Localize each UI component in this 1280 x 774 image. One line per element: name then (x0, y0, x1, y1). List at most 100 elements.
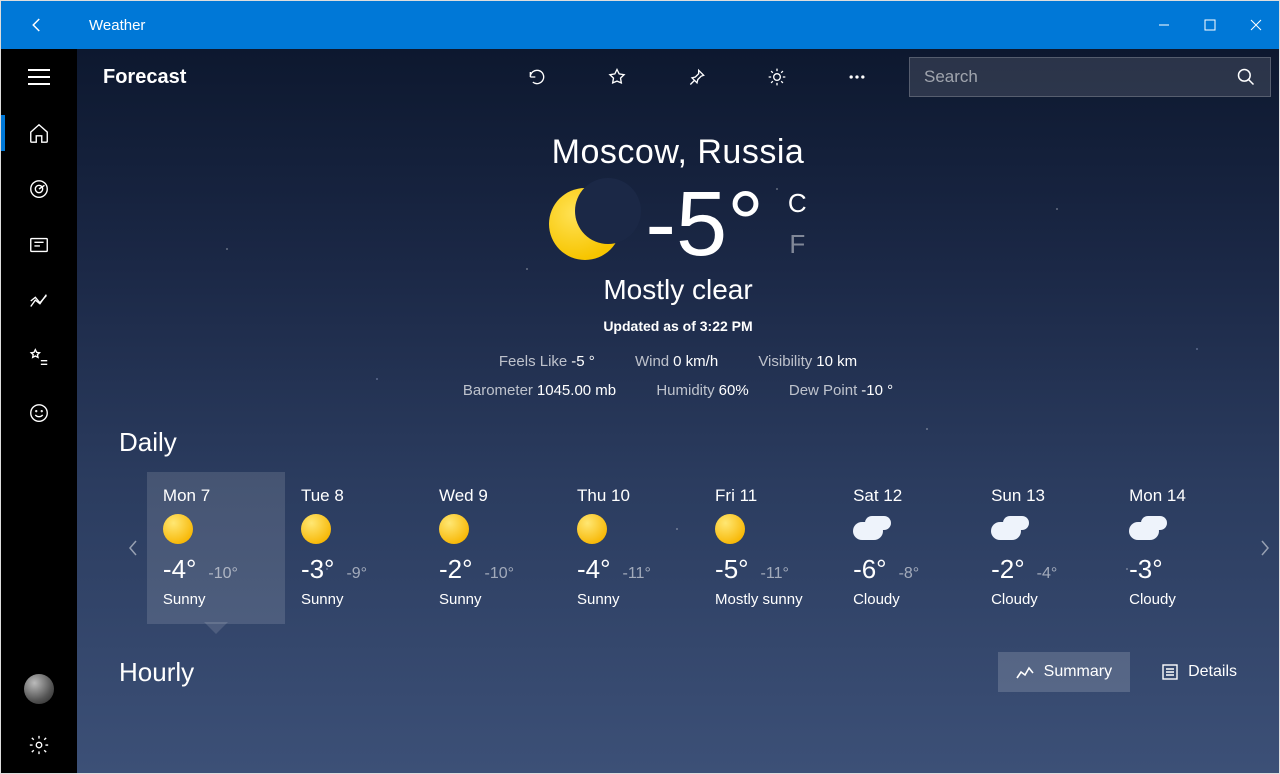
sunny-icon (577, 514, 607, 544)
dewpoint-label: Dew Point (789, 382, 857, 399)
pin-icon (686, 67, 708, 87)
summary-button[interactable]: Summary (998, 652, 1130, 692)
cloudy-icon (853, 514, 883, 544)
feels-like-label: Feels Like (499, 353, 567, 370)
gear-icon (28, 734, 50, 756)
avatar-icon (24, 674, 54, 704)
day-high: -4° (577, 554, 611, 585)
day-condition: Mostly sunny (715, 591, 821, 608)
favorite-button[interactable] (577, 49, 657, 105)
day-label: Sun 13 (991, 486, 1097, 506)
more-button[interactable] (817, 49, 897, 105)
day-low: -8° (899, 565, 920, 583)
daily-card[interactable]: Sat 12-6°-8°Cloudy (837, 472, 975, 624)
day-label: Mon 7 (163, 486, 269, 506)
visibility-label: Visibility (758, 353, 812, 370)
titlebar: Weather (1, 1, 1279, 49)
barometer-label: Barometer (463, 382, 533, 399)
summary-icon (1016, 664, 1034, 680)
chevron-left-icon (128, 540, 138, 556)
daily-prev-button[interactable] (119, 472, 147, 624)
chevron-right-icon (1260, 540, 1270, 556)
location-name: Moscow, Russia (77, 133, 1279, 172)
content: Forecast (77, 49, 1279, 773)
daily-card[interactable]: Fri 11 -5° -11° Mostly sunny (699, 472, 837, 624)
daily-card[interactable]: Mon 7-4°-10°Sunny (147, 472, 285, 624)
day-condition: Cloudy (1129, 591, 1235, 608)
smile-icon (28, 402, 50, 424)
wind-value: 0 km/h (673, 353, 718, 370)
day-high: -4° (163, 554, 197, 585)
star-list-icon (28, 346, 50, 368)
details-button[interactable]: Details (1144, 652, 1255, 692)
search-box[interactable] (909, 57, 1271, 97)
daily-row: Mon 7-4°-10°SunnyTue 8-3°-9°SunnyWed 9-2… (119, 472, 1279, 624)
day-low: -9° (346, 565, 367, 583)
search-icon (1236, 67, 1256, 87)
daily-card[interactable]: Mon 14-3°Cloudy (1113, 472, 1251, 624)
visibility-value: 10 km (816, 353, 857, 370)
search-input[interactable] (924, 67, 1236, 87)
day-condition: Sunny (439, 591, 545, 608)
sunny-icon (439, 514, 469, 544)
day-high: -3° (1129, 554, 1163, 585)
daily-card[interactable]: Wed 9-2°-10°Sunny (423, 472, 561, 624)
updated-time: Updated as of 3:22 PM (77, 318, 1279, 334)
refresh-icon (527, 67, 547, 87)
brightness-button[interactable] (737, 49, 817, 105)
nav-maps[interactable] (1, 161, 77, 217)
summary-label: Summary (1044, 663, 1112, 681)
day-condition: Sunny (163, 591, 269, 608)
day-low: -4° (1037, 565, 1058, 583)
day-condition: Cloudy (991, 591, 1097, 608)
window-title: Weather (61, 17, 145, 34)
cloudy-icon (1129, 514, 1159, 544)
daily-section: Daily Mon 7-4°-10°SunnyTue 8-3°-9°SunnyW… (77, 405, 1279, 624)
nav-historical[interactable] (1, 273, 77, 329)
daily-card[interactable]: Thu 10-4°-11°Sunny (561, 472, 699, 624)
nav-news[interactable] (1, 217, 77, 273)
day-high: -2° (991, 554, 1025, 585)
humidity-value: 60% (719, 382, 749, 399)
hamburger-button[interactable] (1, 49, 77, 105)
day-low: -11° (623, 565, 651, 583)
day-low: -11° (761, 565, 789, 583)
home-icon (28, 122, 50, 144)
feels-like-value: -5 ° (571, 353, 595, 370)
daily-card[interactable]: Sun 13 -2° -4° Cloudy (975, 472, 1113, 624)
more-icon (847, 67, 867, 87)
day-condition: Sunny (301, 591, 407, 608)
day-condition: Cloudy (853, 591, 959, 608)
details-icon (1162, 664, 1178, 680)
daily-card[interactable]: Tue 8-3°-9°Sunny (285, 472, 423, 624)
daily-next-button[interactable] (1251, 472, 1279, 624)
nav-favorites[interactable] (1, 329, 77, 385)
current-temperature: -5° (645, 178, 764, 270)
nav-forecast[interactable] (1, 105, 77, 161)
maximize-button[interactable] (1187, 1, 1233, 49)
nav-settings[interactable] (1, 717, 77, 773)
hourly-title: Hourly (119, 657, 194, 688)
nav-account[interactable] (1, 661, 77, 717)
pin-button[interactable] (657, 49, 737, 105)
day-label: Sat 12 (853, 486, 959, 506)
day-high: -3° (301, 554, 335, 585)
refresh-button[interactable] (497, 49, 577, 105)
minimize-button[interactable] (1141, 1, 1187, 49)
close-button[interactable] (1233, 1, 1279, 49)
current-conditions: Moscow, Russia -5° C F Mostly clear Upda… (77, 105, 1279, 405)
sunny-icon (163, 514, 193, 544)
wind-label: Wind (635, 353, 669, 370)
day-high: -5° (715, 554, 749, 585)
sunny-icon (715, 514, 745, 544)
day-label: Fri 11 (715, 486, 821, 506)
nav-feedback[interactable] (1, 385, 77, 441)
back-button[interactable] (13, 1, 61, 49)
unit-celsius[interactable]: C (788, 188, 807, 219)
day-low: -10° (484, 565, 514, 583)
page-title: Forecast (103, 66, 186, 89)
day-label: Wed 9 (439, 486, 545, 506)
unit-fahrenheit[interactable]: F (788, 229, 807, 260)
sidebar (1, 49, 77, 773)
star-icon (607, 67, 627, 87)
